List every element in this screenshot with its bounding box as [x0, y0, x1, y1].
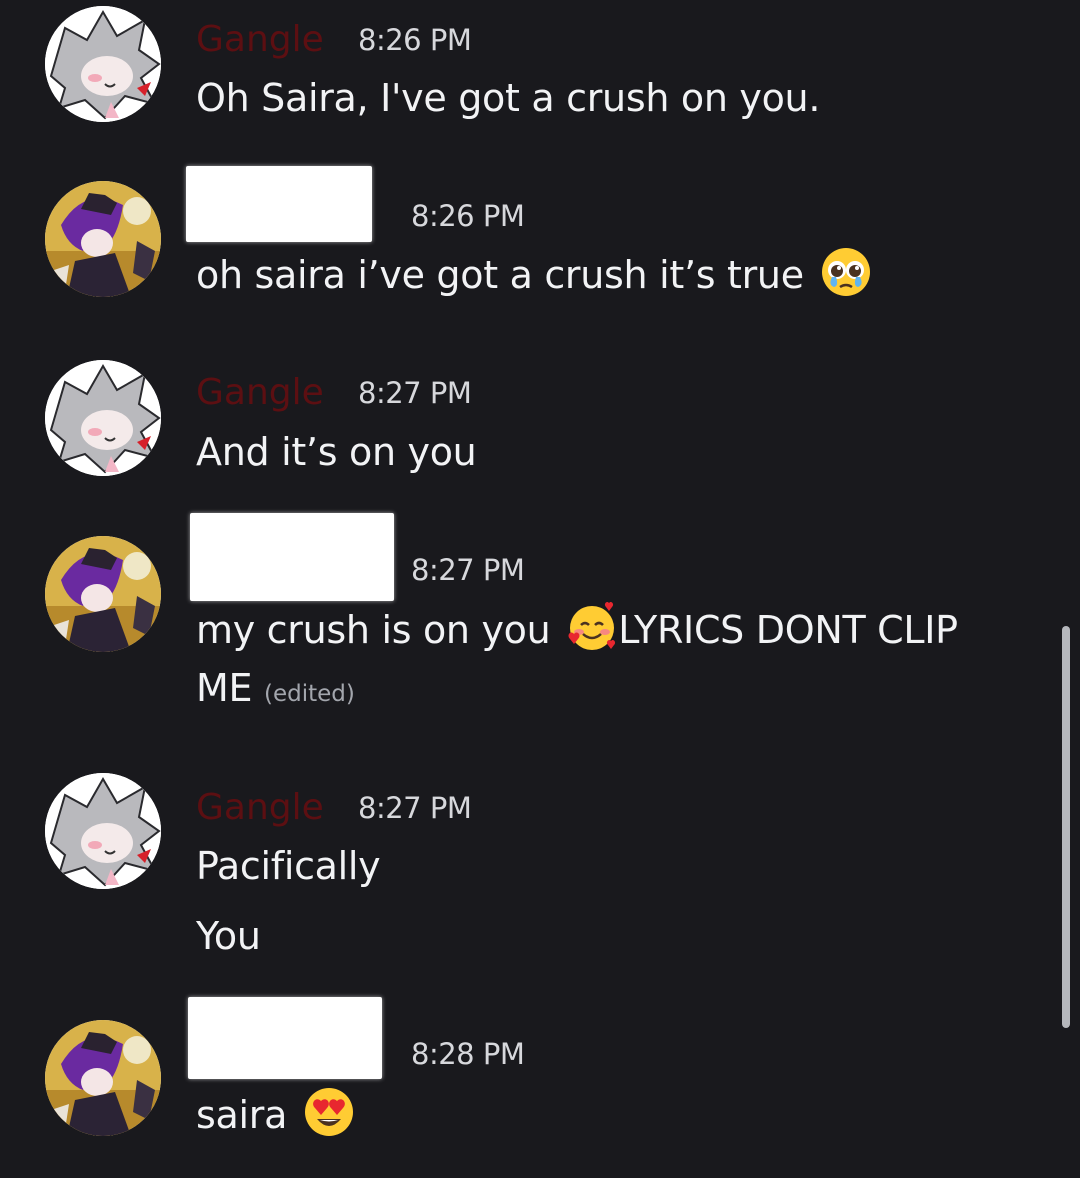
message-text-content: my crush is on you [196, 608, 551, 652]
timestamp: 8:26 PM [358, 23, 472, 57]
timestamp: 8:27 PM [358, 376, 472, 410]
message-text: my crush is on you LYRICS DONT CLIP [196, 601, 958, 658]
message-text: And it’s on you [196, 430, 477, 474]
message-text-content: LYRICS DONT CLIP [618, 608, 958, 652]
avatar-gangle[interactable] [45, 773, 161, 889]
message-text: saira [196, 1086, 355, 1143]
username[interactable]: Gangle [196, 368, 324, 418]
pleading-face-icon [820, 246, 872, 298]
message-text-content: saira [196, 1093, 288, 1137]
message-text: ME (edited) [196, 660, 355, 722]
redacted-username [190, 513, 394, 601]
edited-indicator: (edited) [263, 681, 355, 707]
avatar-user[interactable] [45, 181, 161, 297]
avatar-user[interactable] [45, 536, 161, 652]
username[interactable]: Gangle [196, 783, 324, 833]
chat-message-list: Gangle 8:26 PM Oh Saira, I've got a crus… [0, 0, 1080, 1178]
message-text-content: oh saira i’ve got a crush it’s true [196, 253, 804, 297]
timestamp: 8:27 PM [358, 791, 472, 825]
message-text-content: ME [196, 666, 253, 710]
avatar-gangle[interactable] [45, 360, 161, 476]
heart-eyes-icon [303, 1086, 355, 1138]
avatar-user[interactable] [45, 1020, 161, 1136]
redacted-username [186, 166, 372, 242]
smiling-face-with-hearts-icon [566, 601, 618, 653]
message-text: oh saira i’ve got a crush it’s true [196, 246, 872, 303]
username[interactable]: Gangle [196, 15, 324, 65]
timestamp: 8:26 PM [411, 199, 525, 233]
scrollbar[interactable] [1062, 626, 1070, 1028]
timestamp: 8:27 PM [411, 553, 525, 587]
avatar-gangle[interactable] [45, 6, 161, 122]
redacted-username [188, 997, 382, 1079]
timestamp: 8:28 PM [411, 1037, 525, 1071]
message-text: You [196, 914, 261, 958]
message-text: Oh Saira, I've got a crush on you. [196, 76, 821, 120]
message-text: Pacifically [196, 844, 381, 888]
